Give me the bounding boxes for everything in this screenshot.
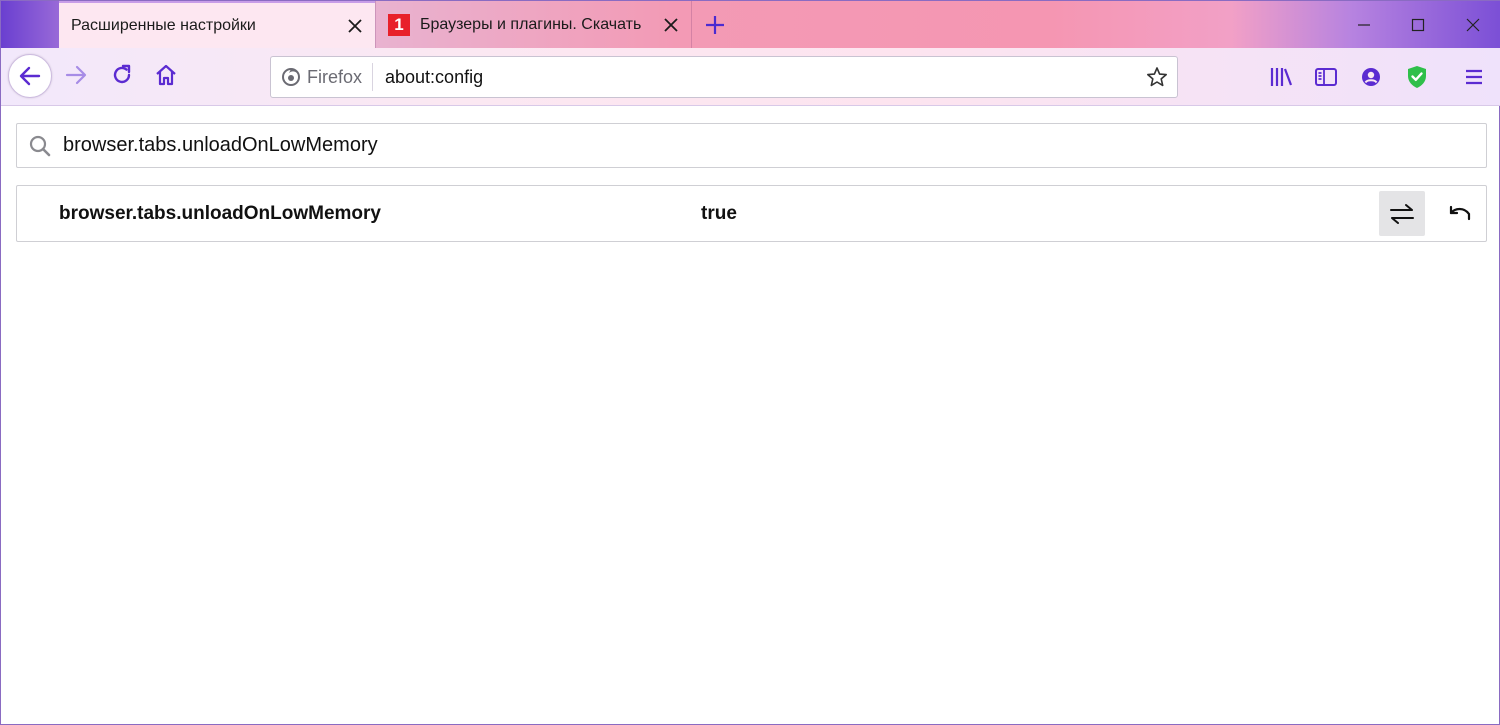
reload-icon xyxy=(113,64,131,84)
sidebar-button[interactable] xyxy=(1306,57,1346,97)
menu-button[interactable] xyxy=(1454,57,1494,97)
tab-strip: Расширенные настройки 1 Браузеры и плаги… xyxy=(1,1,1500,48)
toggle-icon xyxy=(1390,203,1414,224)
close-icon[interactable] xyxy=(335,2,375,48)
forward-icon xyxy=(65,65,87,85)
bookmark-star-button[interactable] xyxy=(1137,57,1177,97)
minimize-button[interactable] xyxy=(1341,1,1387,48)
shield-icon xyxy=(1408,66,1426,88)
search-icon xyxy=(17,123,63,168)
menu-icon xyxy=(1466,69,1482,85)
config-search-input[interactable]: browser.tabs.unloadOnLowMemory xyxy=(16,123,1487,168)
back-icon xyxy=(19,66,41,86)
library-icon xyxy=(1270,68,1293,86)
reload-button[interactable] xyxy=(102,55,142,95)
back-button[interactable] xyxy=(8,54,52,98)
new-tab-button[interactable] xyxy=(695,1,735,48)
browser-window: Расширенные настройки 1 Браузеры и плаги… xyxy=(0,0,1500,725)
star-icon xyxy=(1147,67,1167,87)
preference-name: browser.tabs.unloadOnLowMemory xyxy=(59,203,381,224)
reset-button[interactable] xyxy=(1437,191,1483,236)
identity-label: Firefox xyxy=(307,66,363,87)
tab-title: Расширенные настройки xyxy=(71,16,256,34)
minimize-icon xyxy=(1358,23,1370,26)
identity-box[interactable]: Firefox xyxy=(271,63,374,91)
toggle-button[interactable] xyxy=(1379,191,1425,236)
search-value[interactable]: browser.tabs.unloadOnLowMemory xyxy=(63,134,378,157)
tab-advanced-settings[interactable]: Расширенные настройки xyxy=(59,1,375,48)
home-icon xyxy=(156,64,176,86)
tab-browsers-plugins[interactable]: 1 Браузеры и плагины. Скачать xyxy=(375,1,692,48)
close-icon xyxy=(1466,18,1480,31)
site-favicon-icon: 1 xyxy=(388,13,410,36)
window-close-button[interactable] xyxy=(1450,1,1496,48)
forward-button[interactable] xyxy=(56,55,96,95)
reset-icon xyxy=(1449,205,1471,220)
url-text[interactable]: about:config xyxy=(373,67,1137,88)
library-button[interactable] xyxy=(1261,57,1301,97)
preference-row: browser.tabs.unloadOnLowMemory true xyxy=(16,185,1487,242)
account-button[interactable] xyxy=(1351,57,1391,97)
plus-icon xyxy=(706,15,724,34)
account-icon xyxy=(1362,68,1380,86)
protection-button[interactable] xyxy=(1397,57,1437,97)
firefox-icon xyxy=(282,68,300,86)
url-bar[interactable]: Firefox about:config xyxy=(270,56,1178,98)
maximize-icon xyxy=(1411,18,1425,31)
navigation-toolbar: Firefox about:config xyxy=(1,48,1500,106)
close-icon[interactable] xyxy=(651,1,691,48)
tab-title: Браузеры и плагины. Скачать xyxy=(420,15,642,33)
maximize-button[interactable] xyxy=(1395,1,1441,48)
home-button[interactable] xyxy=(146,55,186,95)
sidebar-icon xyxy=(1315,68,1337,86)
preference-value[interactable]: true xyxy=(701,203,737,225)
